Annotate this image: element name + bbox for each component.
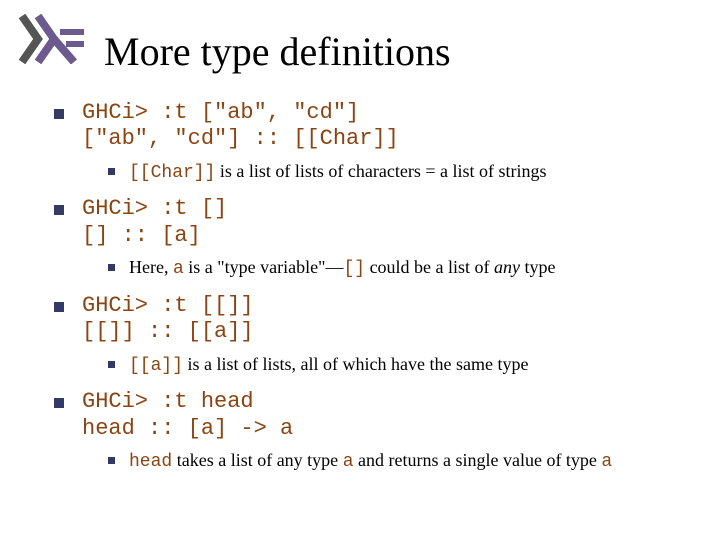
sub-text: and returns a single value of type (354, 450, 602, 470)
list-item: GHCi> :t [[]] [[]] :: [[a]] (54, 293, 696, 346)
list-item: GHCi> :t head head :: [a] -> a (54, 389, 696, 442)
inline-code: a (601, 452, 612, 472)
bullet-icon (108, 264, 115, 271)
bullet-icon (108, 168, 115, 175)
code-line: GHCi> :t head (82, 389, 293, 415)
bullet-icon (54, 205, 64, 215)
inline-code: [[Char]] (129, 163, 215, 183)
inline-code: [[a]] (129, 356, 183, 376)
slide-body: GHCi> :t ["ab", "cd"] ["ab", "cd"] :: [[… (54, 100, 696, 486)
code-line: [[]] :: [[a]] (82, 319, 254, 345)
code-line: head :: [a] -> a (82, 416, 293, 442)
list-item: GHCi> :t [] [] :: [a] (54, 196, 696, 249)
sub-text-em: any (494, 257, 520, 277)
bullet-icon (108, 361, 115, 368)
haskell-logo-icon (18, 14, 84, 64)
sub-item: head takes a list of any type a and retu… (108, 450, 696, 474)
sub-item: [[Char]] is a list of lists of character… (108, 161, 696, 185)
sub-text: type (520, 257, 556, 277)
code-line: GHCi> :t [[]] (82, 293, 254, 319)
code-line: GHCi> :t ["ab", "cd"] (82, 100, 399, 126)
inline-code: head (129, 452, 172, 472)
bullet-icon (54, 109, 64, 119)
sub-text: could be a list of (365, 257, 494, 277)
sub-text: is a list of lists, all of which have th… (183, 354, 528, 374)
sub-item: Here, a is a "type variable"—[] could be… (108, 257, 696, 281)
sub-text: takes a list of any type (172, 450, 342, 470)
code-line: GHCi> :t [] (82, 196, 227, 222)
inline-code: a (173, 259, 184, 279)
list-item: GHCi> :t ["ab", "cd"] ["ab", "cd"] :: [[… (54, 100, 696, 153)
code-line: [] :: [a] (82, 223, 227, 249)
bullet-icon (108, 457, 115, 464)
bullet-icon (54, 398, 64, 408)
slide-title: More type definitions (104, 28, 451, 75)
sub-item: [[a]] is a list of lists, all of which h… (108, 354, 696, 378)
inline-code: a (343, 452, 354, 472)
inline-code: [] (343, 259, 365, 279)
bullet-icon (54, 302, 64, 312)
sub-text: is a list of lists of characters = a lis… (215, 161, 546, 181)
sub-text: Here, (129, 257, 173, 277)
code-line: ["ab", "cd"] :: [[Char]] (82, 126, 399, 152)
sub-text: is a "type variable"— (184, 257, 344, 277)
